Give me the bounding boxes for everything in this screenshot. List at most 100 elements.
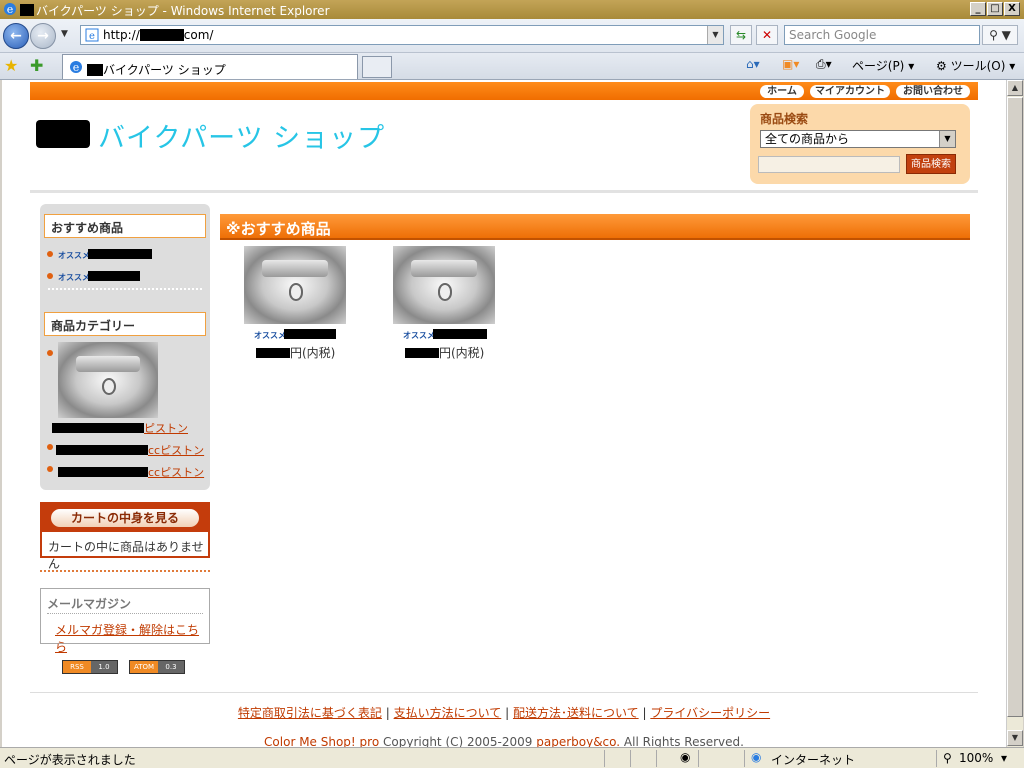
svg-text:e: e	[7, 3, 14, 16]
favorites-star-icon[interactable]: ★	[4, 56, 18, 75]
new-tab-button[interactable]	[362, 56, 392, 78]
scroll-up-icon[interactable]: ▲	[1007, 80, 1023, 96]
product-card: オススメ 円(内税)	[218, 246, 358, 366]
category-link[interactable]: ccピストン	[56, 442, 204, 458]
divider	[47, 613, 203, 614]
footer-link-shipping[interactable]: 配送方法･送料について	[513, 706, 639, 720]
footer-link-legal[interactable]: 特定商取引法に基づく表記	[238, 706, 382, 720]
atom-feed-badge[interactable]: ATOM 0.3	[129, 660, 185, 674]
cart-empty-text: カートの中に商品はありません	[48, 540, 204, 571]
category-piston-image[interactable]	[58, 342, 158, 418]
redacted-block	[405, 348, 439, 358]
maximize-button[interactable]: □	[987, 2, 1003, 16]
minimize-button[interactable]: _	[970, 2, 986, 16]
globe-icon: ◉	[751, 750, 762, 764]
footer-link-payment[interactable]: 支払い方法について	[394, 706, 502, 720]
tab-label: バイクパーツ ショップ	[87, 61, 226, 78]
tools-menu-label: ツール(O)	[950, 59, 1006, 73]
atom-label: ATOM	[130, 661, 158, 673]
footer-link-privacy[interactable]: プライバシーポリシー	[650, 706, 770, 720]
scroll-down-icon[interactable]: ▼	[1007, 730, 1023, 746]
recommend-heading: おすすめ商品	[44, 214, 206, 238]
page-viewport: ホーム マイアカウント お問い合わせ バイクパーツ ショップ 商品検索 全ての商…	[2, 80, 1006, 747]
site-title[interactable]: バイクパーツ ショップ	[98, 116, 385, 155]
address-dropdown-icon[interactable]: ▼	[707, 26, 723, 44]
redacted-block	[433, 329, 487, 339]
osusume-tag: オススメ	[58, 273, 90, 282]
protected-mode-icon: ◉	[680, 750, 691, 764]
osusume-tag: オススメ	[58, 251, 90, 260]
search-go-icon[interactable]: ⚲ ▼	[982, 25, 1018, 45]
company-link[interactable]: paperboy&co.	[536, 735, 620, 747]
scroll-thumb[interactable]	[1007, 97, 1023, 717]
divider	[40, 570, 210, 572]
address-toolbar: ← → ▼ e http://com/ ▼ ⇆ ✕ Search Google …	[0, 19, 1024, 53]
product-image[interactable]	[393, 246, 495, 324]
stop-icon[interactable]: ✕	[756, 25, 778, 45]
redacted-block	[56, 445, 148, 455]
zoom-control[interactable]: ⚲ 100% ▾	[936, 750, 1022, 767]
search-google-input[interactable]: Search Google	[784, 25, 980, 45]
redacted-block	[284, 329, 336, 339]
window-titlebar: e バイクパーツ ショップ - Windows Internet Explore…	[0, 0, 1024, 19]
mail-magazine-title: メールマガジン	[47, 597, 132, 611]
history-dropdown-icon[interactable]: ▼	[61, 29, 68, 39]
category-select[interactable]: 全ての商品から ▼	[760, 130, 956, 148]
page-icon: e	[85, 28, 99, 42]
footer-separator: |	[385, 706, 390, 720]
redacted-block	[52, 423, 144, 433]
my-account-link[interactable]: マイアカウント	[810, 85, 890, 98]
osusume-tag: オススメ	[254, 331, 286, 340]
category-link[interactable]: ccピストン	[58, 464, 204, 480]
status-segment	[698, 750, 744, 767]
divider	[48, 288, 202, 290]
redacted-block	[256, 348, 290, 358]
product-link[interactable]	[284, 328, 336, 341]
product-image[interactable]	[244, 246, 346, 324]
copyright: Color Me Shop! pro Copyright (C) 2005-20…	[2, 735, 1006, 747]
svg-text:e: e	[89, 31, 95, 42]
brand-link[interactable]: Color Me Shop! pro	[264, 735, 379, 747]
recommend-section-heading: ※おすすめ商品	[220, 214, 970, 240]
home-icon[interactable]: ⌂▾	[746, 57, 760, 71]
contact-link[interactable]: お問い合わせ	[896, 85, 970, 98]
rss-feed-badge[interactable]: RSS 1.0	[62, 660, 118, 674]
home-link[interactable]: ホーム	[760, 85, 804, 98]
forward-button[interactable]: →	[30, 23, 56, 49]
recommend-item-link[interactable]	[88, 248, 152, 261]
category-link[interactable]: ピストン	[52, 420, 188, 436]
zone-segment: ◉ インターネット	[744, 750, 934, 767]
sidebar-panel: おすすめ商品 オススメ オススメ 商品カテゴリー ピストン ccピストン ccピ…	[40, 204, 210, 490]
close-window-button[interactable]: X	[1004, 2, 1020, 16]
zoom-icon: ⚲	[943, 751, 952, 765]
product-price: 円(内税)	[405, 344, 484, 361]
tools-menu[interactable]: ⚙ ツール(O) ▾	[936, 57, 1015, 74]
product-search-panel: 商品検索 全ての商品から ▼ 商品検索	[750, 104, 970, 184]
page-menu-label: ページ(P)	[852, 59, 905, 73]
redacted-block	[20, 4, 34, 16]
tab-active[interactable]: e バイクパーツ ショップ	[62, 54, 358, 79]
page-menu[interactable]: ページ(P) ▾	[852, 57, 914, 74]
site-logo[interactable]	[36, 120, 90, 148]
vertical-scrollbar[interactable]: ▲ ▼	[1006, 80, 1023, 747]
cart-box: カートの中身を見る カートの中に商品はありません	[40, 502, 210, 571]
product-search-button[interactable]: 商品検索	[906, 154, 956, 174]
mail-magazine-box: メールマガジン メルマガ登録・解除はこちら	[40, 588, 210, 654]
print-icon[interactable]: ⎙▾	[816, 57, 832, 72]
product-search-input[interactable]	[758, 156, 900, 173]
footer-separator: |	[505, 706, 510, 720]
piston-pin-hole	[288, 283, 304, 301]
product-link[interactable]	[433, 328, 487, 341]
mail-magazine-link[interactable]: メルマガ登録・解除はこちら	[55, 621, 209, 655]
ie-page-icon: e	[70, 61, 82, 74]
back-button[interactable]: ←	[3, 23, 29, 49]
refresh-icon[interactable]: ⇆	[730, 25, 752, 45]
address-bar[interactable]: e http://com/ ▼	[80, 25, 724, 45]
category-select-value: 全ての商品から	[765, 132, 850, 146]
add-favorites-icon[interactable]: ✚	[30, 56, 43, 75]
view-cart-button[interactable]: カートの中身を見る	[50, 508, 200, 528]
recommend-item-link[interactable]	[88, 270, 140, 283]
feeds-icon[interactable]: ▣▾	[782, 57, 799, 71]
window-title: バイクパーツ ショップ - Windows Internet Explorer	[20, 2, 330, 19]
status-text: ページが表示されました	[4, 753, 136, 767]
